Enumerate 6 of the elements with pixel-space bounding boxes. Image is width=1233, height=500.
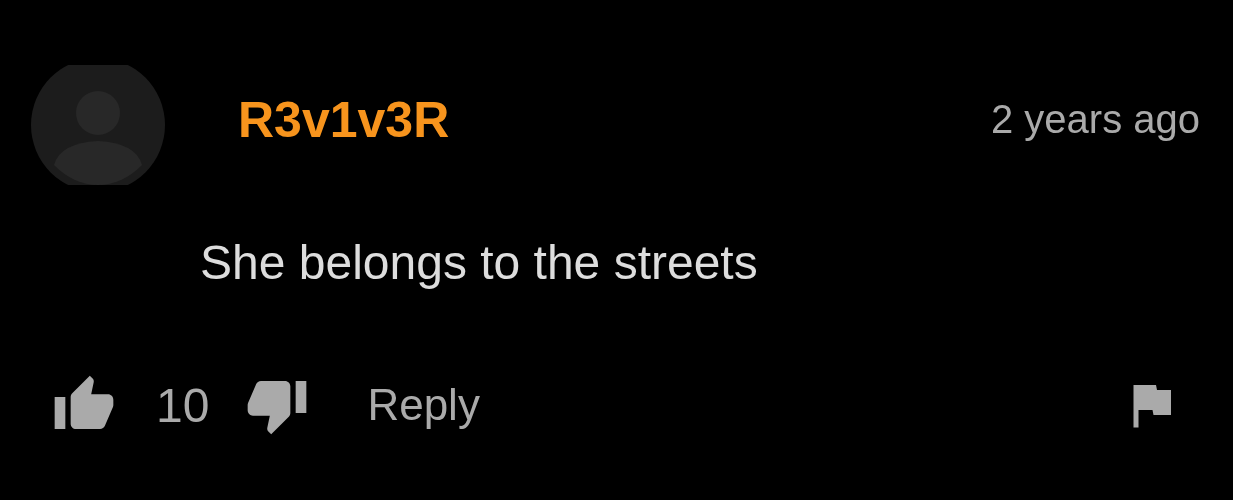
comment-author[interactable]: R3v1v3R [238,91,450,149]
avatar-silhouette-icon [30,65,166,185]
reply-link[interactable]: Reply [367,380,480,430]
comment-time: 2 years ago [990,96,1200,142]
like-count: 10 [156,377,210,433]
comment-text: She belongs to the streets [200,235,759,291]
